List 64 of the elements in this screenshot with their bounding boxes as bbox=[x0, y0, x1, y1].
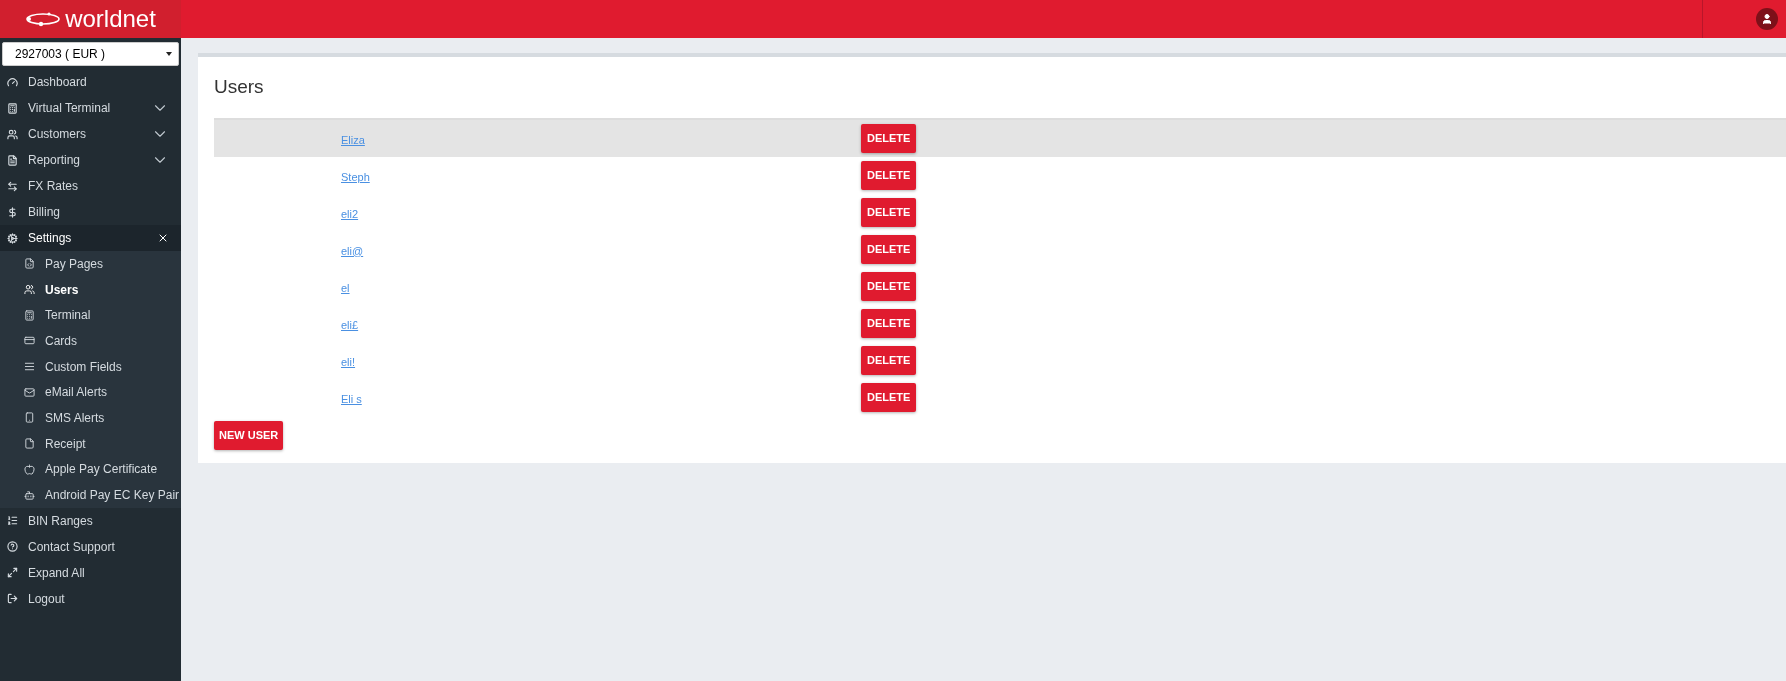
card-icon bbox=[24, 335, 35, 347]
submenu-item[interactable]: eMail Alerts bbox=[0, 379, 181, 406]
user-link[interactable]: eli2 bbox=[341, 207, 359, 220]
user-avatar[interactable] bbox=[1756, 8, 1778, 30]
phone-icon bbox=[24, 412, 35, 424]
nav-item[interactable]: Settings bbox=[0, 225, 181, 251]
help-icon bbox=[7, 541, 18, 553]
user-link[interactable]: eli£ bbox=[341, 318, 359, 331]
submenu-item[interactable]: Pay Pages bbox=[0, 251, 181, 277]
nav-item[interactable]: Contact Support bbox=[0, 533, 181, 560]
submenu-item[interactable]: Android Pay EC Key Pair bbox=[0, 482, 181, 508]
android-icon bbox=[24, 489, 35, 501]
close-icon[interactable] bbox=[157, 232, 169, 244]
submenu-item[interactable]: Apple Pay Certificate bbox=[0, 456, 181, 483]
delete-button[interactable]: DELETE bbox=[861, 235, 917, 264]
apple-icon bbox=[24, 463, 35, 475]
dropdown-arrow-icon bbox=[166, 52, 172, 56]
gauge-icon bbox=[7, 76, 18, 88]
user-icon bbox=[1761, 13, 1773, 25]
exchange-icon bbox=[7, 180, 18, 192]
submenu-item[interactable]: Receipt bbox=[0, 430, 181, 457]
nav-item[interactable]: Reporting bbox=[0, 147, 181, 173]
nav-item[interactable]: FX Rates bbox=[0, 173, 181, 199]
list-icon bbox=[7, 515, 18, 527]
dollar-icon bbox=[7, 206, 18, 218]
submenu-item[interactable]: Custom Fields bbox=[0, 353, 181, 380]
nav-item[interactable]: Expand All bbox=[0, 559, 181, 586]
logo-icon bbox=[25, 11, 62, 27]
new-user-button[interactable]: NEW USER bbox=[214, 421, 284, 450]
lines-icon bbox=[24, 361, 35, 373]
document-icon bbox=[24, 258, 35, 270]
nav-item[interactable]: Logout bbox=[0, 585, 181, 612]
settings-icon bbox=[7, 232, 18, 244]
file-icon bbox=[24, 438, 35, 450]
user-link[interactable]: el bbox=[341, 281, 350, 294]
user-link[interactable]: eli@ bbox=[341, 244, 364, 257]
delete-button[interactable]: DELETE bbox=[861, 198, 917, 227]
nav-item[interactable]: Dashboard bbox=[0, 69, 181, 95]
mail-icon bbox=[24, 386, 35, 398]
submenu-item[interactable]: Terminal bbox=[0, 302, 181, 329]
delete-button[interactable]: DELETE bbox=[861, 124, 917, 153]
nav-item[interactable]: BIN Ranges bbox=[0, 507, 181, 534]
expand-icon bbox=[7, 567, 18, 579]
delete-button[interactable]: DELETE bbox=[861, 272, 917, 301]
submenu-item[interactable]: SMS Alerts bbox=[0, 405, 181, 431]
document-icon bbox=[7, 154, 18, 166]
calculator-icon bbox=[24, 309, 35, 321]
users-icon bbox=[7, 128, 18, 140]
user-link[interactable]: Eli s bbox=[341, 392, 362, 405]
calculator-icon bbox=[7, 102, 18, 114]
delete-button[interactable]: DELETE bbox=[861, 309, 917, 338]
users-icon bbox=[24, 284, 35, 296]
submenu-item[interactable]: Cards bbox=[0, 328, 181, 354]
logout-icon bbox=[7, 593, 18, 605]
account-select[interactable]: 2927003 ( EUR ) bbox=[2, 42, 179, 66]
delete-button[interactable]: DELETE bbox=[861, 161, 917, 190]
delete-button[interactable]: DELETE bbox=[861, 383, 917, 412]
nav-item[interactable]: Virtual Terminal bbox=[0, 95, 181, 121]
nav-item[interactable]: Billing bbox=[0, 199, 181, 225]
logo-text: worldnet bbox=[65, 7, 156, 31]
delete-button[interactable]: DELETE bbox=[861, 346, 917, 375]
page-title: Users bbox=[214, 74, 265, 99]
nav-item[interactable]: Customers bbox=[0, 121, 181, 147]
submenu-item[interactable]: Users bbox=[0, 276, 181, 303]
